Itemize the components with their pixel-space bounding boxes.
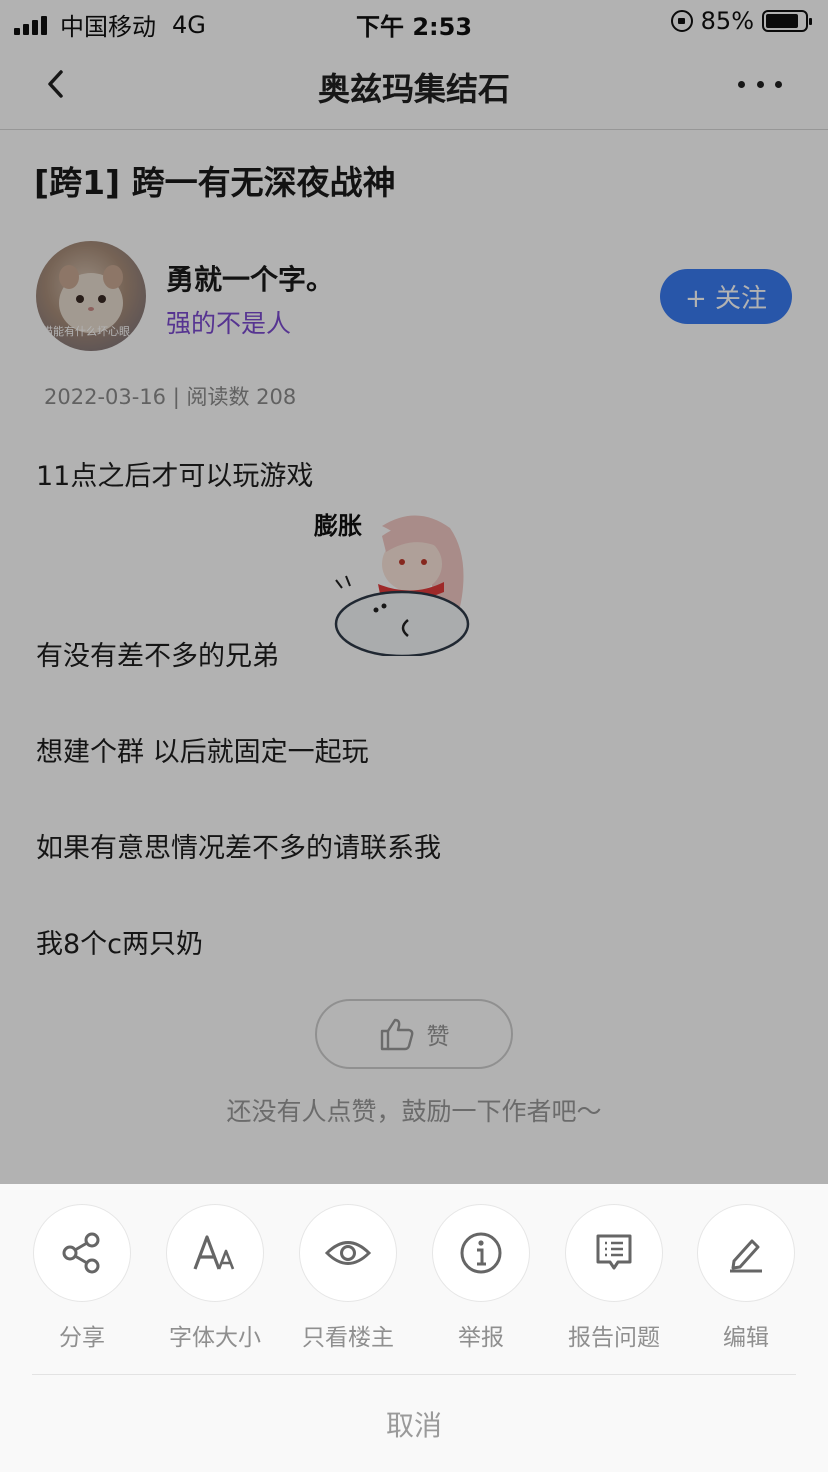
report-icon [596, 1234, 632, 1270]
dim-overlay[interactable] [0, 0, 828, 1184]
post-page: 中国移动 4G 下午 2:53 85% 奥兹玛集结石 [跨1] 跨一有无深夜战神 [0, 0, 828, 1472]
font-size-icon [193, 1235, 235, 1270]
share-action[interactable]: 分享 [16, 1204, 148, 1364]
share-label: 分享 [59, 1325, 105, 1351]
share-icon [62, 1232, 100, 1274]
edit-action[interactable]: 编辑 [680, 1204, 812, 1364]
sheet-divider [32, 1374, 796, 1375]
edit-label: 编辑 [723, 1325, 769, 1351]
report-problem-label: 报告问题 [568, 1325, 660, 1351]
report-label: 举报 [458, 1325, 504, 1351]
action-sheet: 分享 字体大小 只看楼主 举报 报告问题 编辑 取消 [0, 1184, 828, 1472]
pencil-icon [730, 1239, 762, 1273]
author-only-label: 只看楼主 [302, 1325, 394, 1351]
author-only-action[interactable]: 只看楼主 [282, 1204, 414, 1364]
cancel-button[interactable]: 取消 [0, 1404, 828, 1444]
eye-icon [325, 1241, 371, 1265]
report-problem-action[interactable]: 报告问题 [548, 1204, 680, 1364]
font-size-label: 字体大小 [169, 1325, 261, 1351]
info-icon [460, 1232, 502, 1274]
font-size-action[interactable]: 字体大小 [149, 1204, 281, 1364]
report-action[interactable]: 举报 [415, 1204, 547, 1364]
